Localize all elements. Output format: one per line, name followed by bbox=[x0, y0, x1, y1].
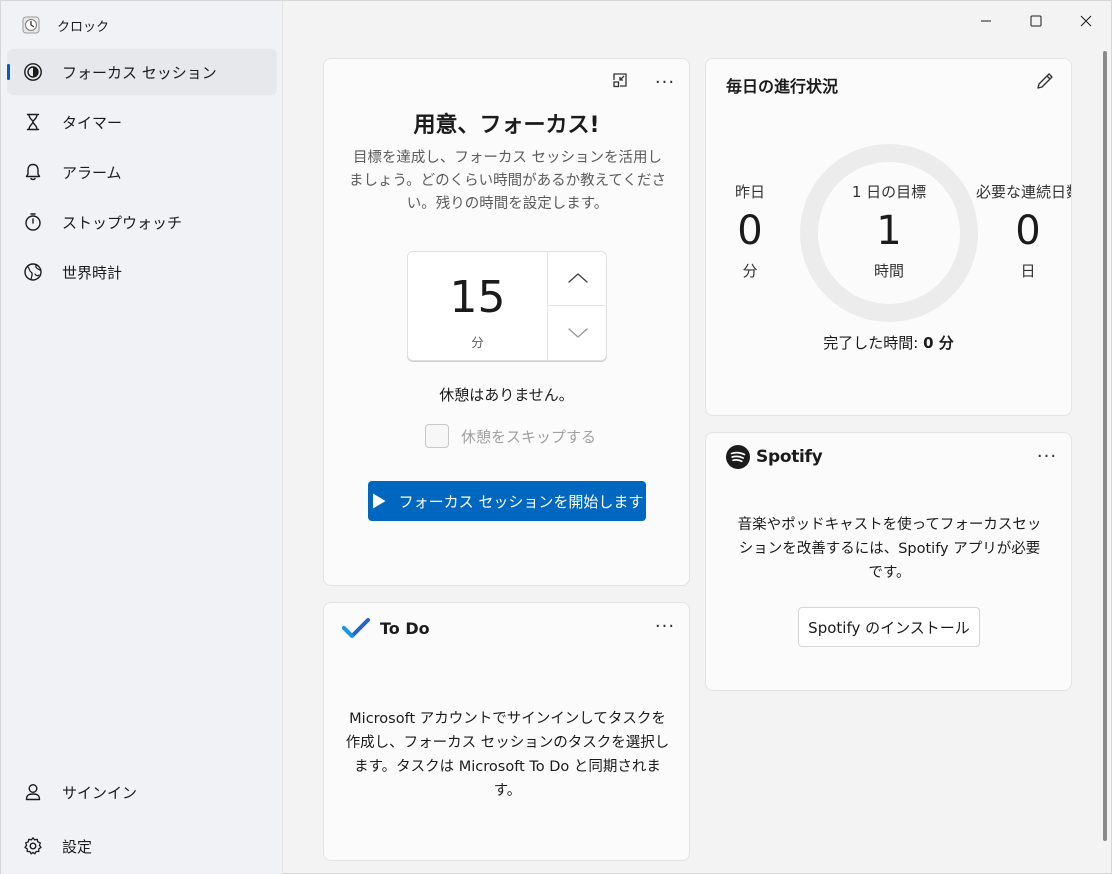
minutes-value[interactable]: 15 bbox=[408, 272, 547, 323]
app-title-bar: クロック bbox=[21, 13, 109, 37]
sidebar: クロック フォーカス セッション タイマー アラーム ストップウォッチ 世界時計… bbox=[1, 1, 283, 874]
scrollbar[interactable] bbox=[1103, 51, 1107, 841]
streak-label: 必要な連続日数 bbox=[976, 183, 1072, 201]
sidebar-item-label: 設定 bbox=[62, 837, 93, 856]
minimize-button[interactable] bbox=[961, 1, 1011, 41]
gear-icon bbox=[21, 834, 45, 858]
maximize-button[interactable] bbox=[1011, 1, 1061, 41]
focus-description: 目標を達成し、フォーカス セッションを活用しましょう。どのくらい時間があるか教え… bbox=[349, 150, 666, 212]
stopwatch-icon bbox=[21, 210, 45, 234]
todo-header: To Do bbox=[342, 617, 430, 639]
completed-label: 完了した時間: bbox=[823, 334, 919, 352]
start-focus-session-button[interactable]: フォーカス セッションを開始します bbox=[368, 481, 646, 521]
pencil-icon bbox=[1035, 71, 1055, 95]
more-icon: ··· bbox=[654, 71, 676, 93]
daily-goal-value: 1 bbox=[876, 208, 902, 254]
sidebar-item-label: フォーカス セッション bbox=[62, 63, 217, 82]
streak-value: 0 bbox=[1015, 208, 1041, 254]
sidebar-item-timer[interactable]: タイマー bbox=[7, 99, 277, 145]
compact-overlay-icon bbox=[611, 71, 629, 94]
todo-checkmark-icon bbox=[342, 617, 370, 639]
todo-title: To Do bbox=[380, 618, 430, 638]
spotify-brand: Spotify bbox=[756, 447, 823, 467]
todo-more-button[interactable]: ··· bbox=[651, 614, 679, 638]
spotify-logo: Spotify bbox=[726, 445, 823, 469]
play-icon bbox=[371, 492, 387, 510]
focus-more-button[interactable]: ··· bbox=[651, 70, 679, 94]
person-icon bbox=[21, 780, 45, 804]
yesterday-label: 昨日 bbox=[734, 183, 765, 201]
daily-goal-label: 1 日の目標 bbox=[851, 183, 927, 201]
increase-minutes-button[interactable] bbox=[548, 252, 607, 306]
sidebar-item-label: ストップウォッチ bbox=[62, 213, 183, 232]
install-spotify-button[interactable]: Spotify のインストール bbox=[798, 607, 980, 647]
minutes-unit: 分 bbox=[471, 335, 484, 350]
maximize-icon bbox=[1030, 12, 1042, 31]
completed-time: 完了した時間: 0 分 bbox=[706, 332, 1071, 353]
sidebar-item-label: タイマー bbox=[62, 113, 123, 132]
more-icon: ··· bbox=[1036, 445, 1058, 467]
todo-card: To Do ··· Microsoft アカウントでサインインしてタスクを作成し… bbox=[323, 602, 690, 861]
sidebar-item-label: 世界時計 bbox=[62, 263, 123, 282]
bell-icon bbox=[21, 160, 45, 184]
window-controls bbox=[961, 1, 1111, 41]
sidebar-item-focus-session[interactable]: フォーカス セッション bbox=[7, 49, 277, 95]
daily-goal-unit: 時間 bbox=[873, 262, 904, 280]
close-icon bbox=[1080, 12, 1092, 31]
spotify-card: Spotify ··· 音楽やポッドキャストを使ってフォーカスセッションを改善す… bbox=[705, 432, 1072, 691]
yesterday-unit: 分 bbox=[742, 262, 758, 280]
sidebar-item-stopwatch[interactable]: ストップウォッチ bbox=[7, 199, 277, 245]
minutes-stepper[interactable]: 15 分 bbox=[407, 251, 607, 361]
stepper-buttons bbox=[547, 252, 607, 360]
app-window: クロック フォーカス セッション タイマー アラーム ストップウォッチ 世界時計… bbox=[0, 0, 1112, 874]
completed-value: 0 分 bbox=[923, 334, 954, 352]
streak-stat: 必要な連続日数 0 日 bbox=[976, 181, 1072, 281]
sidebar-item-label: アラーム bbox=[62, 163, 122, 182]
skip-break-checkbox[interactable] bbox=[425, 424, 449, 448]
spotify-more-button[interactable]: ··· bbox=[1033, 444, 1061, 468]
sidebar-item-label: サインイン bbox=[62, 783, 138, 802]
compact-overlay-button[interactable] bbox=[606, 70, 634, 94]
minimize-icon bbox=[980, 12, 992, 31]
yesterday-stat: 昨日 0 分 bbox=[710, 181, 790, 281]
more-icon: ··· bbox=[654, 615, 676, 637]
close-button[interactable] bbox=[1061, 1, 1111, 41]
todo-description: Microsoft アカウントでサインインしてタスクを作成し、フォーカス セッシ… bbox=[345, 711, 670, 799]
sidebar-item-alarm[interactable]: アラーム bbox=[7, 149, 277, 195]
yesterday-value: 0 bbox=[737, 208, 763, 254]
progress-title: 毎日の進行状況 bbox=[726, 77, 839, 96]
sidebar-footer: サインイン 設定 bbox=[7, 769, 277, 874]
focus-icon bbox=[21, 60, 45, 84]
edit-goals-button[interactable] bbox=[1033, 71, 1057, 95]
clock-app-icon bbox=[21, 15, 41, 35]
sidebar-item-settings[interactable]: 設定 bbox=[7, 823, 277, 869]
daily-goal-stat: 1 日の目標 1 時間 bbox=[818, 181, 960, 281]
globe-icon bbox=[21, 260, 45, 284]
focus-session-card: ··· 用意、フォーカス! 目標を達成し、フォーカス セッションを活用しましょう… bbox=[323, 58, 690, 586]
skip-break-label: 休憩をスキップする bbox=[461, 427, 597, 446]
sidebar-nav: フォーカス セッション タイマー アラーム ストップウォッチ 世界時計 bbox=[7, 49, 277, 299]
chevron-up-icon bbox=[567, 269, 589, 288]
start-button-label: フォーカス セッションを開始します bbox=[398, 492, 644, 511]
streak-unit: 日 bbox=[1020, 262, 1036, 280]
break-info: 休憩はありません。 bbox=[439, 386, 574, 404]
spotify-description: 音楽やポッドキャストを使ってフォーカスセッションを改善するには、Spotify … bbox=[737, 517, 1042, 581]
sidebar-item-world-clock[interactable]: 世界時計 bbox=[7, 249, 277, 295]
skip-break-row: 休憩をスキップする bbox=[425, 423, 596, 449]
sidebar-item-sign-in[interactable]: サインイン bbox=[7, 769, 277, 815]
chevron-down-icon bbox=[567, 324, 589, 343]
spotify-icon bbox=[726, 445, 750, 469]
decrease-minutes-button[interactable] bbox=[548, 306, 607, 360]
daily-progress-card: 毎日の進行状況 昨日 0 分 1 日の目標 1 時間 必要な連続日数 0 日 完… bbox=[705, 58, 1072, 416]
focus-title: 用意、フォーカス! bbox=[413, 113, 600, 138]
app-title: クロック bbox=[57, 19, 110, 35]
hourglass-icon bbox=[21, 110, 45, 134]
